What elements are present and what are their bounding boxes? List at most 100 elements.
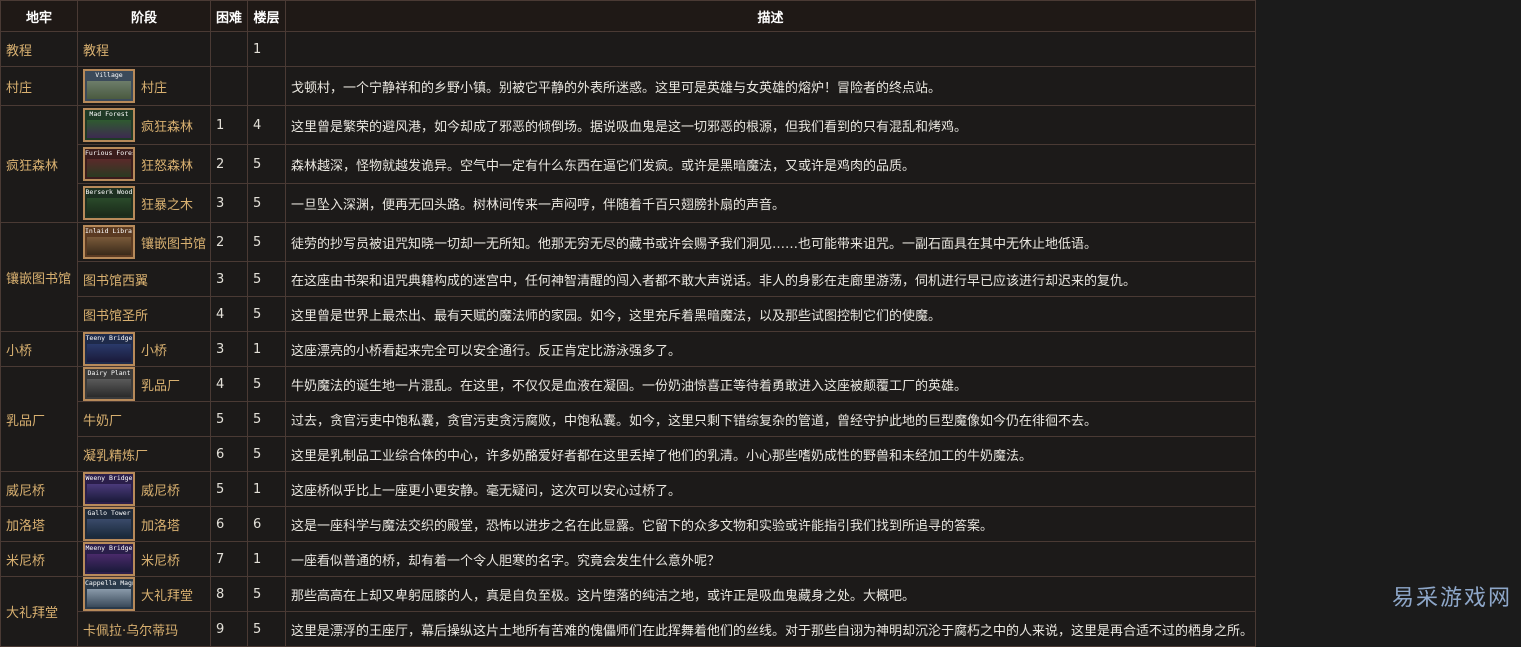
stage-label[interactable]: 狂怒森林 <box>141 155 193 174</box>
floors-cell: 1 <box>247 471 286 507</box>
stage-thumbnail[interactable]: Teeny Bridge <box>83 332 135 366</box>
description-cell: 这里曾是世界上最杰出、最有天赋的魔法师的家园。如今，这里充斥着黑暗魔法，以及那些… <box>285 296 1256 332</box>
table-row: 牛奶厂 5 5 过去，贪官污吏中饱私囊，贪官污吏贪污腐败，中饱私囊。如今，这里只… <box>1 401 1256 437</box>
floors-cell <box>247 66 286 106</box>
floors-cell: 1 <box>247 331 286 367</box>
stage-cell: Inlaid Library 镶嵌图书馆 <box>77 222 211 262</box>
stage-cell: Village 村庄 <box>77 66 211 106</box>
stage-cell: 图书馆圣所 <box>77 296 211 332</box>
difficulty-cell: 8 <box>210 576 248 612</box>
stage-cell: Meeny Bridge 米尼桥 <box>77 541 211 577</box>
description-cell: 这里是乳制品工业综合体的中心，许多奶酪爱好者都在这里丢掉了他们的乳清。小心那些嗜… <box>285 436 1256 472</box>
description-cell <box>285 31 1256 67</box>
stage-label[interactable]: 疯狂森林 <box>141 116 193 135</box>
table-row: Berserk Wood 狂暴之木 3 5 一旦坠入深渊，便再无回头路。树林间传… <box>1 183 1256 223</box>
stage-table: 地牢 阶段 困难 楼层 描述 教程 教程 1 村庄 Village 村庄 戈顿村… <box>0 0 1256 647</box>
header-difficulty[interactable]: 困难 <box>210 0 248 32</box>
stage-cell: Cappella Magna 大礼拜堂 <box>77 576 211 612</box>
table-row: 米尼桥 Meeny Bridge 米尼桥 7 1 一座看似普通的桥，却有着一个令… <box>0 541 1256 577</box>
stage-thumbnail[interactable]: Weeny Bridge <box>83 472 135 506</box>
stage-label[interactable]: 卡佩拉·乌尔蒂玛 <box>83 624 178 639</box>
stage-label[interactable]: 镶嵌图书馆 <box>141 233 206 252</box>
stage-label[interactable]: 米尼桥 <box>141 550 180 569</box>
description-cell: 这里是漂浮的王座厅，幕后操纵这片土地所有苦难的傀儡师们在此挥舞着他们的丝线。对于… <box>285 611 1256 647</box>
header-dungeon[interactable]: 地牢 <box>0 0 78 32</box>
description-cell: 过去，贪官污吏中饱私囊，贪官污吏贪污腐败，中饱私囊。如今，这里只剩下错综复杂的管… <box>285 401 1256 437</box>
dungeon-cell: 米尼桥 <box>0 541 78 577</box>
stage-thumbnail[interactable]: Meeny Bridge <box>83 542 135 576</box>
table-row: 卡佩拉·乌尔蒂玛 9 5 这里是漂浮的王座厅，幕后操纵这片土地所有苦难的傀儡师们… <box>1 611 1256 647</box>
difficulty-cell: 7 <box>210 541 248 577</box>
stage-label[interactable]: 村庄 <box>141 77 167 96</box>
dungeon-cell: 疯狂森林 <box>0 105 78 223</box>
dungeon-cell: 村庄 <box>0 66 78 106</box>
stage-label[interactable]: 威尼桥 <box>141 480 180 499</box>
stage-label[interactable]: 加洛塔 <box>141 515 180 534</box>
stage-label[interactable]: 图书馆西翼 <box>83 274 148 289</box>
difficulty-cell: 2 <box>210 222 248 262</box>
stage-cell: Mad Forest 疯狂森林 <box>77 105 211 145</box>
stage-thumbnail[interactable]: Inlaid Library <box>83 225 135 259</box>
stage-cell: Furious Forest 狂怒森林 <box>77 144 211 184</box>
description-cell: 这座桥似乎比上一座更小更安静。毫无疑问，这次可以安心过桥了。 <box>285 471 1256 507</box>
table-header-row: 地牢 阶段 困难 楼层 描述 <box>0 0 1256 32</box>
stage-cell: Weeny Bridge 威尼桥 <box>77 471 211 507</box>
stage-label[interactable]: 牛奶厂 <box>83 414 122 429</box>
stage-thumbnail[interactable]: Cappella Magna <box>83 577 135 611</box>
difficulty-cell: 2 <box>210 144 248 184</box>
stage-cell: 卡佩拉·乌尔蒂玛 <box>77 611 211 647</box>
table-row: 威尼桥 Weeny Bridge 威尼桥 5 1 这座桥似乎比上一座更小更安静。… <box>0 471 1256 507</box>
floors-cell: 5 <box>247 144 286 184</box>
table-row: 凝乳精炼厂 6 5 这里是乳制品工业综合体的中心，许多奶酪爱好者都在这里丢掉了他… <box>1 436 1256 472</box>
table-row: 镶嵌图书馆 Inlaid Library 镶嵌图书馆 2 5 徒劳的抄写员被诅咒… <box>0 222 1256 332</box>
difficulty-cell: 9 <box>210 611 248 647</box>
table-row: 图书馆西翼 3 5 在这座由书架和诅咒典籍构成的迷宫中，任何神智清醒的闯入者都不… <box>1 261 1256 297</box>
stage-label[interactable]: 小桥 <box>141 340 167 359</box>
site-watermark: 易采游戏网 <box>1392 586 1513 611</box>
dungeon-cell: 镶嵌图书馆 <box>0 222 78 332</box>
table-row: 大礼拜堂 Cappella Magna 大礼拜堂 8 5 那些高高在上却又卑躬屈… <box>0 576 1256 647</box>
difficulty-cell: 4 <box>210 366 248 402</box>
stage-label[interactable]: 狂暴之木 <box>141 194 193 213</box>
stage-cell: 图书馆西翼 <box>77 261 211 297</box>
dungeon-cell: 教程 <box>0 31 78 67</box>
floors-cell: 1 <box>247 541 286 577</box>
stage-label[interactable]: 乳品厂 <box>141 375 180 394</box>
table-row: 小桥 Teeny Bridge 小桥 3 1 这座漂亮的小桥看起来完全可以安全通… <box>0 331 1256 367</box>
difficulty-cell: 1 <box>210 105 248 145</box>
stage-label[interactable]: 大礼拜堂 <box>141 585 193 604</box>
stage-thumbnail[interactable]: Gallo Tower <box>83 507 135 541</box>
description-cell: 那些高高在上却又卑躬屈膝的人，真是自负至极。这片堕落的纯洁之地，或许正是吸血鬼藏… <box>285 576 1256 612</box>
description-cell: 在这座由书架和诅咒典籍构成的迷宫中，任何神智清醒的闯入者都不敢大声说话。非人的身… <box>285 261 1256 297</box>
stage-cell: 凝乳精炼厂 <box>77 436 211 472</box>
dungeon-cell: 乳品厂 <box>0 366 78 472</box>
stage-label[interactable]: 图书馆圣所 <box>83 309 148 324</box>
stage-cell: Dairy Plant 乳品厂 <box>77 366 211 402</box>
table-row: 村庄 Village 村庄 戈顿村，一个宁静祥和的乡野小镇。别被它平静的外表所迷… <box>0 66 1256 106</box>
stage-cell: Gallo Tower 加洛塔 <box>77 506 211 542</box>
table-row: 乳品厂 Dairy Plant 乳品厂 4 5 牛奶魔法的诞生地一片混乱。在这里… <box>0 366 1256 472</box>
stage-cell: 牛奶厂 <box>77 401 211 437</box>
difficulty-cell: 4 <box>210 296 248 332</box>
floors-cell: 6 <box>247 506 286 542</box>
description-cell: 一座看似普通的桥，却有着一个令人胆寒的名字。究竟会发生什么意外呢？ <box>285 541 1256 577</box>
stage-thumbnail[interactable]: Village <box>83 69 135 103</box>
stage-thumbnail[interactable]: Berserk Wood <box>83 186 135 220</box>
difficulty-cell: 5 <box>210 471 248 507</box>
stage-thumbnail[interactable]: Dairy Plant <box>83 367 135 401</box>
description-cell: 森林越深，怪物就越发诡异。空气中一定有什么东西在逼它们发疯。或许是黑暗魔法，又或… <box>285 144 1256 184</box>
header-description[interactable]: 描述 <box>285 0 1256 32</box>
floors-cell: 5 <box>247 436 286 472</box>
stage-label[interactable]: 教程 <box>83 44 109 59</box>
difficulty-cell: 3 <box>210 261 248 297</box>
header-stage[interactable]: 阶段 <box>77 0 211 32</box>
stage-thumbnail[interactable]: Mad Forest <box>83 108 135 142</box>
stage-label[interactable]: 凝乳精炼厂 <box>83 449 148 464</box>
description-cell: 这里曾是繁荣的避风港，如今却成了邪恶的倾倒场。据说吸血鬼是这一切邪恶的根源，但我… <box>285 105 1256 145</box>
stage-thumbnail[interactable]: Furious Forest <box>83 147 135 181</box>
description-cell: 一旦坠入深渊，便再无回头路。树林间传来一声闷哼，伴随着千百只翅膀扑扇的声音。 <box>285 183 1256 223</box>
table-row: 加洛塔 Gallo Tower 加洛塔 6 6 这是一座科学与魔法交织的殿堂，恐… <box>0 506 1256 542</box>
header-floors[interactable]: 楼层 <box>247 0 286 32</box>
difficulty-cell: 5 <box>210 401 248 437</box>
table-row: 图书馆圣所 4 5 这里曾是世界上最杰出、最有天赋的魔法师的家园。如今，这里充斥… <box>1 296 1256 332</box>
